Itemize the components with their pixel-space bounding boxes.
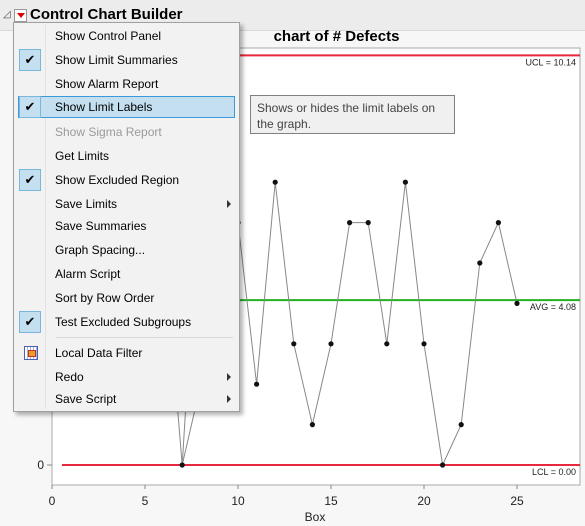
menu-item-label: Alarm Script: [55, 267, 121, 281]
menu-item-label: Save Script: [55, 392, 117, 406]
menu-item-graph-spacing[interactable]: Graph Spacing...: [14, 239, 239, 261]
checkmark-icon: ✔: [19, 311, 41, 333]
data-point: [421, 341, 427, 347]
menu-item-label: Get Limits: [55, 149, 110, 163]
data-point: [272, 179, 278, 185]
menu-separator: [56, 337, 233, 338]
menu-item-save-limits[interactable]: Save Limits: [14, 193, 239, 215]
menu-item-label: Redo: [55, 370, 84, 384]
data-point: [440, 462, 446, 468]
menu-item-test-excluded-subgroups[interactable]: ✔ Test Excluded Subgroups: [14, 311, 239, 333]
menu-item-label: Show Sigma Report: [55, 125, 162, 139]
data-point: [291, 341, 297, 347]
x-tick-label: 5: [142, 494, 149, 508]
menu-item-label: Show Control Panel: [55, 29, 162, 43]
menu-item-show-excluded-region[interactable]: ✔ Show Excluded Region: [14, 169, 239, 191]
menu-item-local-data-filter[interactable]: Local Data Filter: [14, 342, 239, 364]
data-point: [328, 341, 334, 347]
menu-item-label: Local Data Filter: [55, 346, 143, 360]
menu-item-label: Show Excluded Region: [55, 173, 180, 187]
limit-label: LCL = 0.00: [532, 467, 576, 477]
y-tick-label: 0: [37, 458, 44, 472]
submenu-arrow-icon: [227, 200, 231, 208]
menu-item-redo[interactable]: Redo: [14, 366, 239, 388]
data-point: [179, 462, 185, 468]
data-point: [458, 422, 464, 428]
menu-item-label: Show Limit Labels: [55, 100, 153, 114]
menu-item-show-sigma-report: Show Sigma Report: [14, 121, 239, 143]
x-tick-label: 25: [510, 494, 524, 508]
data-point: [495, 220, 501, 226]
data-point: [514, 300, 520, 306]
menu-item-show-alarm-report[interactable]: Show Alarm Report: [14, 73, 239, 95]
submenu-arrow-icon: [227, 373, 231, 381]
data-point: [347, 220, 353, 226]
checkmark-icon: ✔: [19, 49, 41, 71]
context-menu: Show Control Panel ✔ Show Limit Summaries S…: [13, 22, 240, 412]
menu-item-get-limits[interactable]: Get Limits: [14, 145, 239, 167]
x-tick-label: 20: [417, 494, 431, 508]
menu-item-show-limit-summaries[interactable]: ✔ Show Limit Summaries: [14, 49, 239, 71]
data-filter-icon: [24, 346, 38, 360]
menu-item-show-limit-labels[interactable]: ✔ Show Limit Labels: [18, 96, 235, 118]
menu-item-label: Show Alarm Report: [55, 77, 159, 91]
menu-item-save-summaries[interactable]: Save Summaries: [14, 215, 239, 237]
x-tick-label: 15: [324, 494, 338, 508]
checkmark-icon: ✔: [19, 96, 41, 118]
data-point: [309, 422, 315, 428]
menu-item-label: Save Limits: [55, 197, 118, 211]
data-point: [402, 179, 408, 185]
limit-label: UCL = 10.14: [526, 57, 576, 67]
menu-item-label: Sort by Row Order: [55, 291, 155, 305]
x-axis-label: Box: [305, 510, 326, 524]
tooltip: Shows or hides the limit labels on the g…: [250, 95, 455, 134]
menu-item-alarm-script[interactable]: Alarm Script: [14, 263, 239, 285]
data-point: [254, 381, 260, 387]
menu-item-label: Test Excluded Subgroups: [55, 315, 192, 329]
x-tick-label: 10: [231, 494, 245, 508]
limit-label: AVG = 4.08: [530, 302, 576, 312]
menu-item-show-control-panel[interactable]: Show Control Panel: [14, 25, 239, 47]
x-tick-label: 0: [49, 494, 56, 508]
data-point: [365, 220, 371, 226]
checkmark-icon: ✔: [19, 169, 41, 191]
menu-item-label: Graph Spacing...: [55, 243, 146, 257]
data-point: [384, 341, 390, 347]
menu-item-label: Save Summaries: [55, 219, 147, 233]
data-point: [477, 260, 483, 266]
menu-item-save-script[interactable]: Save Script: [14, 388, 239, 410]
submenu-arrow-icon: [227, 395, 231, 403]
menu-item-label: Show Limit Summaries: [55, 53, 178, 67]
menu-item-sort-by-row-order[interactable]: Sort by Row Order: [14, 287, 239, 309]
